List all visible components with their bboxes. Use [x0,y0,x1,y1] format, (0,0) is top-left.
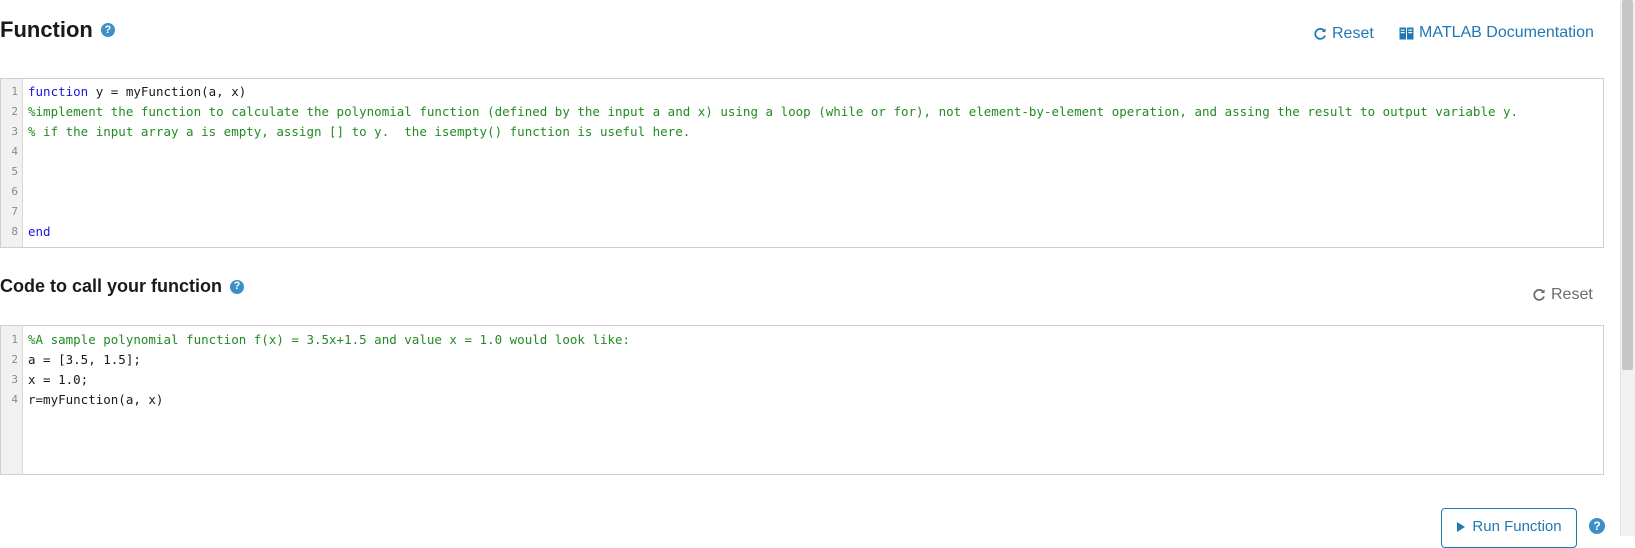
code-text: a = [3.5, 1.5]; [22,352,141,367]
code-line[interactable]: 4 r=myFunction(a, x) [1,389,1603,409]
code-token: r=myFunction(a, x) [28,391,164,407]
code-line[interactable]: 1 %A sample polynomial function f(x) = 3.… [1,329,1603,349]
code-text: r=myFunction(a, x) [22,392,163,407]
line-number: 3 [11,124,18,138]
code-text: %A sample polynomial function f(x) = 3.5… [22,332,630,347]
code-keyword: function [28,83,89,99]
code-line[interactable]: 2 a = [3.5, 1.5]; [1,349,1603,369]
line-number: 3 [11,372,18,386]
code-line[interactable]: 3 x = 1.0; [1,369,1603,389]
code-text: function y = myFunction(a, x) [22,84,246,99]
line-number: 4 [11,144,18,158]
code-line[interactable]: 2 %implement the function to calculate th… [1,101,1603,121]
function-reset-button[interactable]: Reset [1313,25,1374,43]
page-scrollbar-thumb[interactable] [1622,0,1633,370]
line-number: 1 [11,84,18,98]
code-token: y = myFunction(a, x) [88,83,247,99]
function-section-title: Function ? [0,17,115,43]
code-text: %implement the function to calculate the… [22,104,1518,119]
function-title-text: Function [0,17,93,42]
code-comment: %implement the function to calculate the… [28,103,1519,119]
call-section-title: Code to call your function ? [0,276,245,297]
code-line[interactable]: 8 end [1,221,1603,241]
run-function-button[interactable]: Run Function [1441,508,1577,548]
code-text: x = 1.0; [22,372,88,387]
code-token: a = [3.5, 1.5]; [28,351,141,367]
code-line[interactable]: 6 [1,181,1603,201]
call-title-text: Code to call your function [0,276,223,296]
call-code-editor[interactable]: 1 %A sample polynomial function f(x) = 3.… [0,325,1604,475]
code-comment: % if the input array a is empty, assign … [28,123,691,139]
code-line[interactable]: 7 [1,201,1603,221]
line-number: 1 [11,332,18,346]
call-reset-label: Reset [1551,286,1593,303]
matlab-documentation-link[interactable]: MATLAB Documentation [1399,24,1594,42]
line-number: 8 [11,224,18,238]
run-function-label: Run Function [1472,518,1562,535]
code-text: end [22,224,51,239]
refresh-icon [1533,288,1545,301]
function-reset-label: Reset [1332,25,1374,42]
refresh-icon [1314,27,1326,40]
function-code-editor[interactable]: 1 function y = myFunction(a, x) 2 %implemen… [0,78,1604,248]
code-line[interactable]: 5 [1,161,1603,181]
line-number: 6 [11,184,18,198]
matlab-documentation-label: MATLAB Documentation [1419,24,1594,41]
code-keyword: end [28,223,51,239]
call-reset-button[interactable]: Reset [1532,286,1593,304]
code-text: % if the input array a is empty, assign … [22,124,690,139]
code-line[interactable]: 3 % if the input array a is empty, assign… [1,121,1603,141]
line-number: 2 [11,352,18,366]
play-icon [1457,522,1466,532]
page-scrollbar[interactable] [1620,0,1635,536]
book-icon [1399,27,1414,39]
line-number: 4 [11,392,18,406]
line-number: 7 [11,204,18,218]
code-line[interactable]: 4 [1,141,1603,161]
code-comment: %A sample polynomial function f(x) = 3.5… [28,331,631,347]
question-circle-icon[interactable]: ? [1589,518,1605,534]
question-circle-icon[interactable]: ? [230,279,245,294]
line-number: 5 [11,164,18,178]
code-token: x = 1.0; [28,371,89,387]
line-number: 2 [11,104,18,118]
code-line[interactable]: 1 function y = myFunction(a, x) [1,81,1603,101]
question-circle-icon[interactable]: ? [100,23,115,37]
